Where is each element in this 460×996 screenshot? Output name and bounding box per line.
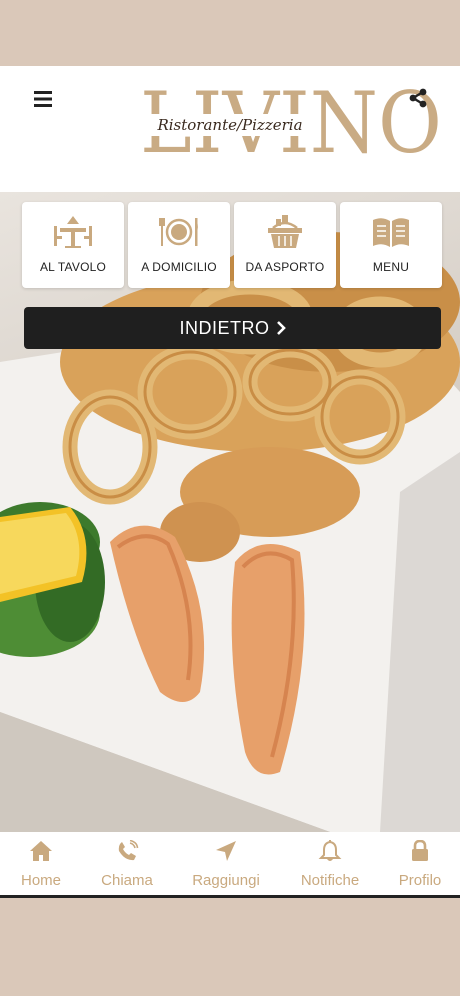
restaurant-logo: LIVINO Ristorante/Pizzeria <box>140 75 442 173</box>
chevron-right-icon <box>276 321 286 335</box>
nav-notifiche[interactable]: Notifiche <box>280 832 380 896</box>
back-button-label: INDIETRO <box>179 317 270 338</box>
nav-chiama[interactable]: Chiama <box>82 832 172 896</box>
bottom-navigation: Home Chiama Raggiungi Notifiche Profilo <box>0 832 460 898</box>
tile-a-domicilio[interactable]: A DOMICILIO <box>128 202 230 288</box>
share-icon[interactable] <box>402 82 434 114</box>
tile-label: MENU <box>372 260 410 274</box>
tile-menu[interactable]: MENU <box>340 202 442 288</box>
open-book-icon <box>373 218 409 247</box>
nav-profilo[interactable]: Profilo <box>380 832 460 896</box>
tile-label: AL TAVOLO <box>39 260 107 274</box>
nav-label: Notifiche <box>300 872 360 889</box>
home-icon <box>30 841 52 861</box>
hero-food-image: AL TAVOLO A DOMICILIO DA ASPORTO MENU IN… <box>0 192 460 832</box>
app-header: LIVINO Ristorante/Pizzeria <box>0 66 460 192</box>
fried-seafood-photo <box>0 232 460 832</box>
tile-label: A DOMICILIO <box>141 260 217 274</box>
tile-al-tavolo[interactable]: AL TAVOLO <box>22 202 124 288</box>
phone-icon <box>118 840 139 861</box>
logo-subtitle: Ristorante/Pizzeria <box>157 116 303 134</box>
bell-icon <box>318 840 342 861</box>
tile-label: DA ASPORTO <box>245 260 325 274</box>
nav-label: Profilo <box>398 872 442 889</box>
nav-label: Chiama <box>101 872 153 889</box>
nav-label: Home <box>20 872 61 889</box>
lock-icon <box>412 840 428 861</box>
plate-cutlery-icon <box>159 218 198 246</box>
hamburger-menu-icon[interactable] <box>26 84 60 114</box>
table-dining-icon <box>54 216 92 248</box>
nav-label: Raggiungi <box>192 872 260 889</box>
nav-raggiungi[interactable]: Raggiungi <box>172 832 280 896</box>
bottom-band <box>0 898 460 996</box>
location-arrow-icon <box>216 841 236 861</box>
nav-home[interactable]: Home <box>0 832 82 896</box>
back-button[interactable]: INDIETRO <box>24 307 441 349</box>
top-band <box>0 0 460 66</box>
basket-icon <box>268 215 302 248</box>
tile-da-asporto[interactable]: DA ASPORTO <box>234 202 336 288</box>
